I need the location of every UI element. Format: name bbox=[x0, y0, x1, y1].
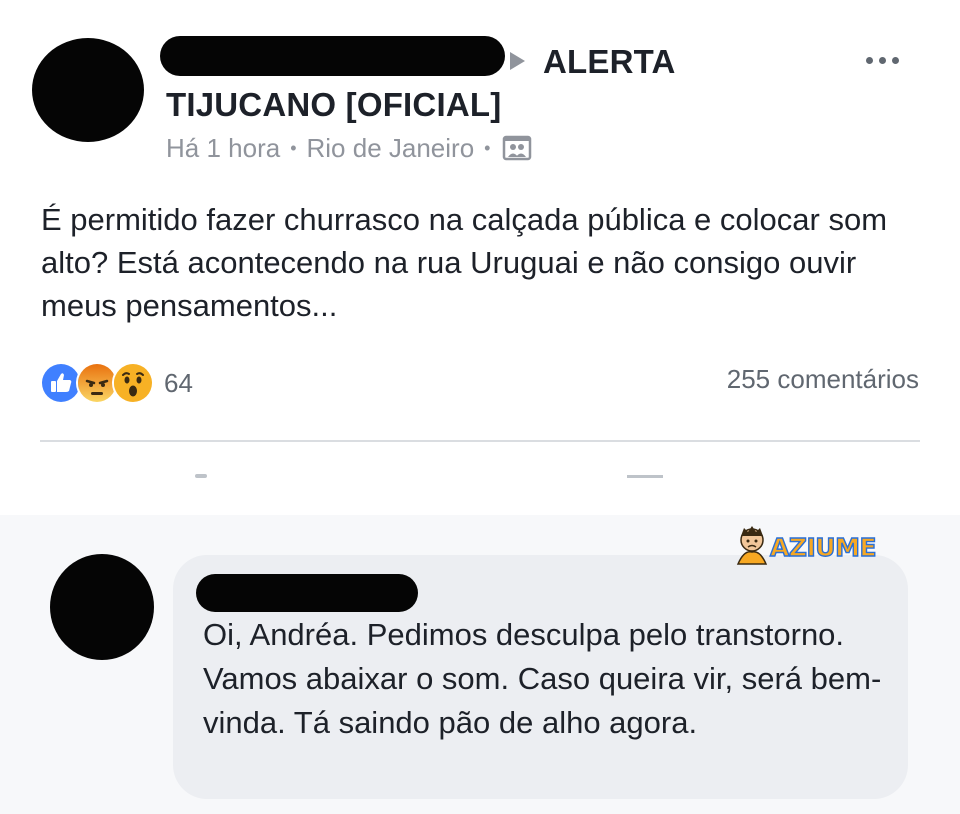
more-options-dot bbox=[891, 56, 899, 64]
comment-text: Oi, Andréa. Pedimos desculpa pelo transt… bbox=[203, 617, 882, 740]
reactions-summary[interactable]: 64 bbox=[40, 361, 193, 405]
commenter-avatar-redacted[interactable] bbox=[50, 554, 154, 660]
more-options-button[interactable] bbox=[852, 40, 912, 80]
post-author-avatar-redacted[interactable] bbox=[32, 38, 144, 142]
group-photo-icon bbox=[502, 133, 532, 163]
wow-reaction-icon bbox=[112, 362, 154, 404]
more-options-icon bbox=[865, 56, 873, 64]
post-meta: Há 1 hora • Rio de Janeiro • bbox=[166, 130, 532, 166]
more-options-dot bbox=[878, 56, 886, 64]
meta-separator: • bbox=[484, 137, 491, 158]
author-name-redaction bbox=[160, 36, 505, 76]
meta-separator: • bbox=[290, 137, 297, 158]
divider bbox=[40, 440, 920, 442]
action-bar-cropped bbox=[195, 474, 207, 478]
post-location[interactable]: Rio de Janeiro bbox=[307, 133, 475, 164]
shared-to-arrow-icon bbox=[510, 52, 525, 70]
reaction-count[interactable]: 64 bbox=[164, 368, 193, 399]
commenter-name-redaction bbox=[196, 574, 418, 612]
post-timestamp[interactable]: Há 1 hora bbox=[166, 133, 280, 164]
post-text: É permitido fazer churrasco na calçada p… bbox=[41, 202, 888, 323]
aziume-watermark-logo: AZIUME bbox=[730, 520, 880, 568]
watermark-text: AZIUME bbox=[770, 533, 876, 562]
comment-count[interactable]: 255 comentários bbox=[727, 364, 919, 395]
action-bar-cropped bbox=[627, 475, 663, 478]
